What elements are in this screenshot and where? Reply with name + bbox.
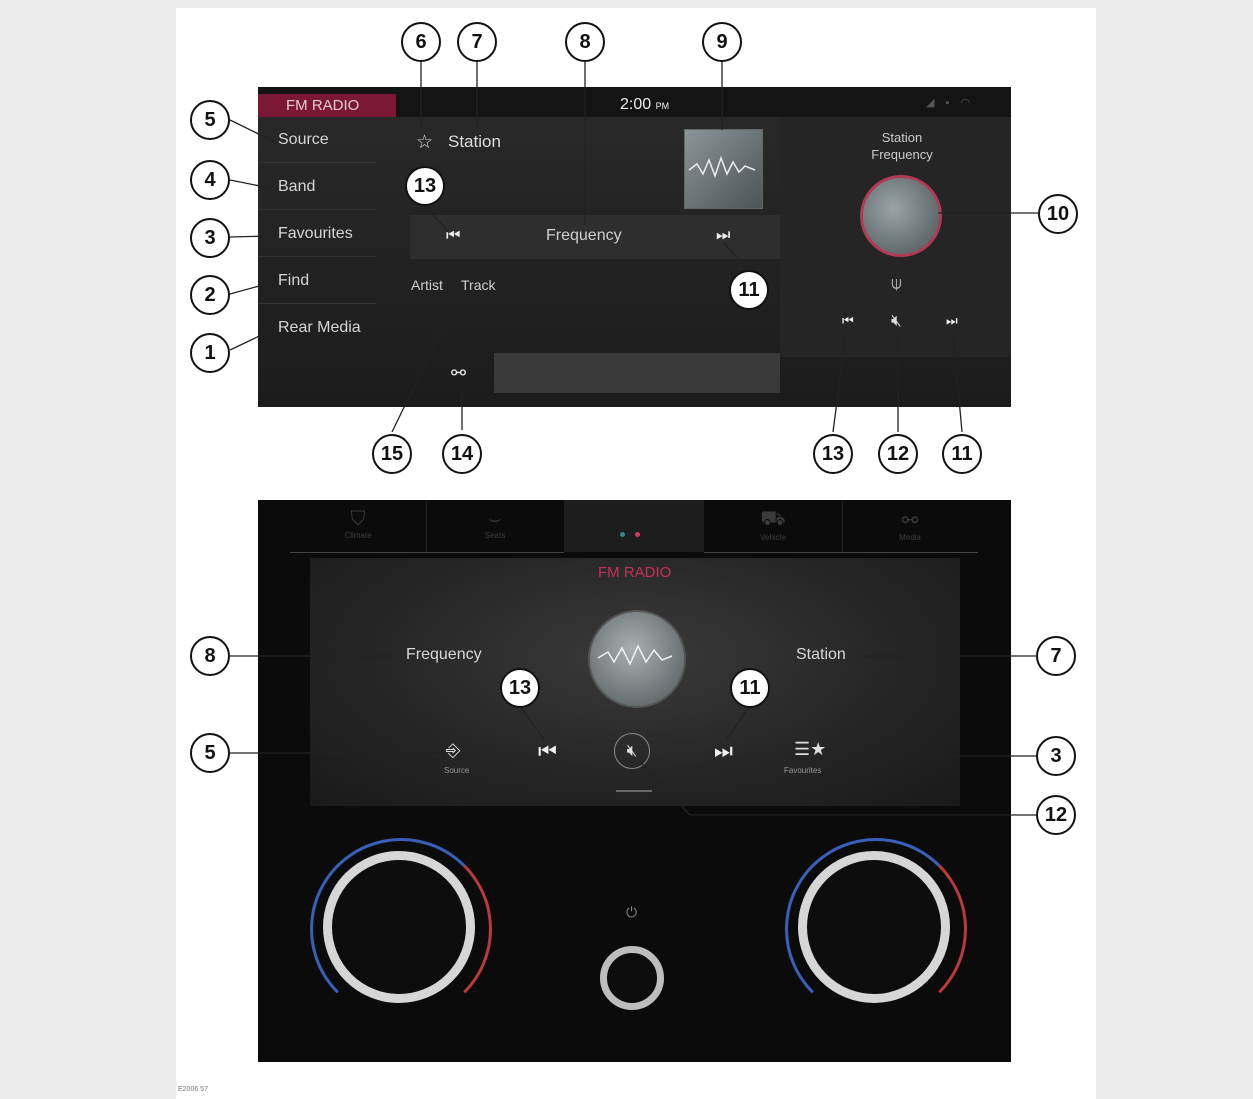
callout-3: 3: [190, 218, 230, 258]
callout-14: 14: [442, 434, 482, 474]
callout-3: 3: [1036, 736, 1076, 776]
callout-9: 9: [702, 22, 742, 62]
callout-13: 13: [500, 668, 540, 708]
callout-11: 11: [730, 668, 770, 708]
callout-5: 5: [190, 733, 230, 773]
callout-11: 11: [942, 434, 982, 474]
callout-8: 8: [190, 636, 230, 676]
callout-15: 15: [372, 434, 412, 474]
callout-4: 4: [190, 160, 230, 200]
callout-7: 7: [1036, 636, 1076, 676]
callout-1: 1: [190, 333, 230, 373]
callout-13: 13: [405, 166, 445, 206]
callout-12: 12: [878, 434, 918, 474]
callout-13: 13: [813, 434, 853, 474]
callout-12: 12: [1036, 795, 1076, 835]
figure-id: E2006 57: [178, 1086, 208, 1093]
callout-6: 6: [401, 22, 441, 62]
leader-lines: [229, 62, 1038, 816]
callout-8: 8: [565, 22, 605, 62]
callout-11: 11: [729, 270, 769, 310]
callout-10: 10: [1038, 194, 1078, 234]
callout-5: 5: [190, 100, 230, 140]
callout-7: 7: [457, 22, 497, 62]
callout-2: 2: [190, 275, 230, 315]
